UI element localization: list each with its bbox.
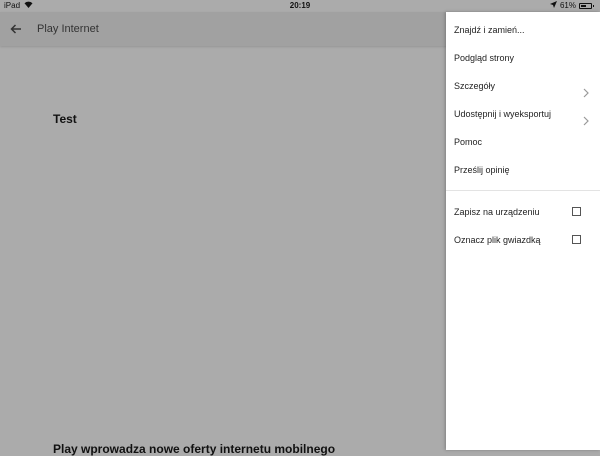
menu-item-label: Udostępnij i wyeksportuj bbox=[454, 109, 552, 119]
chevron-right-icon bbox=[582, 109, 590, 126]
menu-item-star-file[interactable]: Oznacz plik gwiazdką bbox=[446, 226, 600, 254]
menu-item-label: Pomoc bbox=[454, 137, 483, 147]
menu-item-label: Prześlij opinię bbox=[454, 165, 510, 175]
menu-item-label: Oznacz plik gwiazdką bbox=[454, 235, 541, 245]
menu-item-print-preview[interactable]: Podgląd strony bbox=[446, 44, 600, 72]
star-file-checkbox[interactable] bbox=[572, 235, 581, 244]
menu-item-label: Znajdź i zamień... bbox=[454, 25, 525, 35]
chevron-right-icon bbox=[582, 81, 590, 98]
menu-item-label: Szczegóły bbox=[454, 81, 496, 91]
status-bar: iPad 20:19 61% bbox=[0, 0, 600, 12]
status-right: 61% bbox=[549, 0, 594, 12]
battery-icon bbox=[579, 3, 594, 9]
battery-fill bbox=[581, 5, 587, 7]
menu-item-save-offline[interactable]: Zapisz na urządzeniu bbox=[446, 198, 600, 226]
document-canvas[interactable]: Test Play wprowadza nowe oferty internet… bbox=[0, 46, 446, 456]
battery-percent: 61% bbox=[559, 1, 576, 10]
location-arrow-icon bbox=[549, 0, 557, 12]
status-time: 20:19 bbox=[289, 1, 311, 10]
arrow-left-icon[interactable] bbox=[8, 21, 24, 37]
save-offline-checkbox[interactable] bbox=[572, 207, 581, 216]
menu-item-label: Podgląd strony bbox=[454, 53, 515, 63]
document-heading: Test bbox=[53, 112, 77, 126]
menu-item-find-replace[interactable]: Znajdź i zamień... bbox=[446, 16, 600, 44]
side-menu: Znajdź i zamień... Podgląd strony Szczeg… bbox=[446, 12, 600, 450]
menu-item-label: Zapisz na urządzeniu bbox=[454, 207, 540, 217]
page-title: Play Internet bbox=[37, 23, 99, 35]
menu-item-share-export[interactable]: Udostępnij i wyeksportuj bbox=[446, 100, 600, 128]
document-heading-2: Play wprowadza nowe oferty internetu mob… bbox=[53, 442, 336, 456]
menu-divider bbox=[446, 190, 600, 191]
menu-item-send-feedback[interactable]: Prześlij opinię bbox=[446, 156, 600, 184]
menu-item-details[interactable]: Szczegóły bbox=[446, 72, 600, 100]
menu-item-help[interactable]: Pomoc bbox=[446, 128, 600, 156]
